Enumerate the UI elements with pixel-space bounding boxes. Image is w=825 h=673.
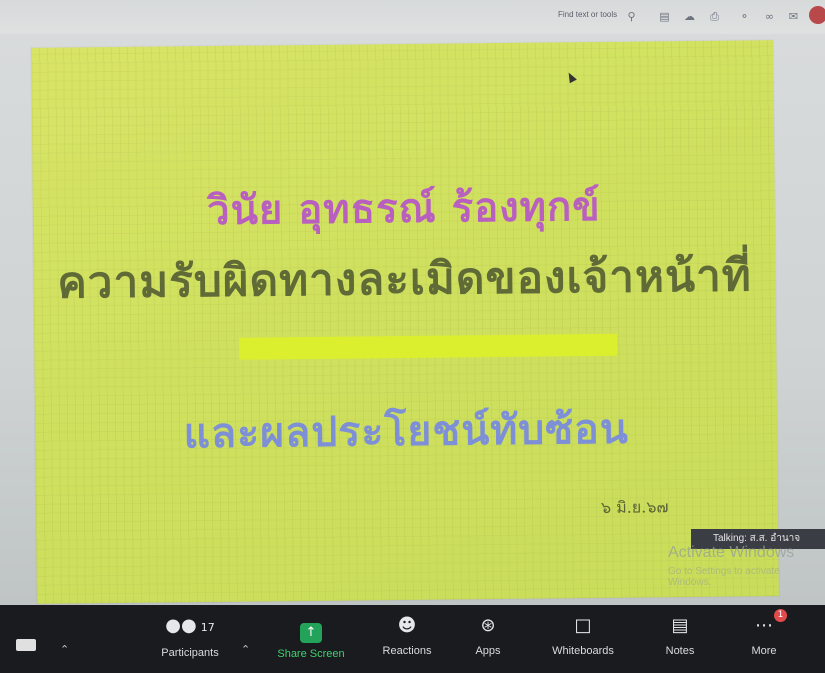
whiteboards-button[interactable]: □ Whiteboards (538, 605, 628, 673)
print-icon[interactable]: ⎙ (708, 10, 721, 23)
read-aloud-icon[interactable]: ⚬ (738, 10, 751, 23)
presentation-slide: วินัย อุทธรณ์ ร้องทุกข์ ความรับผิดทางละเ… (31, 40, 779, 604)
whiteboard-icon: □ (574, 615, 592, 636)
slide-title-line1: วินัย อุทธรณ์ ร้องทุกข์ (206, 183, 601, 235)
notes-label: Notes (665, 645, 695, 657)
meeting-toolbar: ⌃ ●● 17 Participants ⌃ ↑ Share Screen ☻ R… (0, 605, 825, 673)
participants-button[interactable]: ●● 17 Participants (142, 605, 238, 673)
participants-label: Participants (161, 647, 219, 659)
share-screen-button[interactable]: ↑ Share Screen (262, 605, 360, 673)
activate-windows-watermark: Activate Windows (668, 544, 795, 561)
slide-title-line2: ความรับผิดทางละเมิดของเจ้าหน้าที่ (57, 250, 753, 309)
notes-button[interactable]: ▤ Notes (650, 605, 710, 673)
find-text-label[interactable]: Find text or tools (558, 10, 617, 19)
whiteboards-label: Whiteboards (552, 645, 614, 657)
share-arrow-icon: ↑ (300, 623, 322, 643)
cloud-upload-icon[interactable]: ☁ (683, 10, 696, 23)
participants-count: 17 (200, 621, 215, 634)
smiley-icon: ☻ (397, 615, 417, 636)
search-icon[interactable]: ⚲ (625, 10, 638, 23)
apps-label: Apps (475, 645, 501, 657)
more-button[interactable]: 1 ⋯ More (734, 605, 794, 673)
notes-icon: ▤ (671, 615, 689, 636)
mail-icon[interactable]: ✉ (787, 10, 800, 23)
slide-date: ๖ มิ.ย.๖๗ (600, 497, 669, 517)
video-button[interactable] (6, 605, 46, 673)
highlight-bar (239, 333, 618, 360)
save-icon[interactable]: ▤ (658, 10, 671, 23)
link-icon[interactable]: ∞ (763, 10, 776, 23)
reactions-label: Reactions (382, 645, 432, 657)
activate-windows-subtitle: Go to Settings to activate Windows. (668, 566, 780, 588)
reactions-button[interactable]: ☻ Reactions (372, 605, 442, 673)
chevron-up-icon[interactable]: ⌃ (60, 643, 69, 656)
avatar[interactable] (809, 6, 825, 24)
chevron-up-icon[interactable]: ⌃ (241, 643, 250, 656)
apps-button[interactable]: ⊛ Apps (458, 605, 518, 673)
camera-icon (16, 639, 36, 651)
pdf-viewer-toolbar: Find text or tools ⚲ ▤ ☁ ⎙ ⚬ ∞ ✉ (0, 0, 825, 34)
slide-title-line3: และผลประโยชน์ทับซ้อน (183, 404, 629, 458)
share-screen-label: Share Screen (277, 648, 345, 660)
more-label: More (751, 645, 777, 657)
notification-badge: 1 (774, 609, 787, 622)
apps-icon: ⊛ (480, 615, 496, 636)
participants-icon: ●● 17 (165, 615, 215, 636)
